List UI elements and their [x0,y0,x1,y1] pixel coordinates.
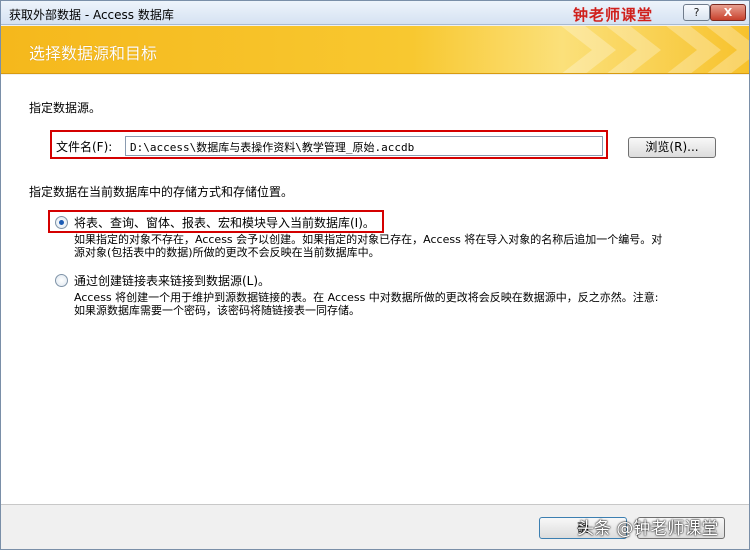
import-option-label[interactable]: 将表、查询、窗体、报表、宏和模块导入当前数据库(I)。 [74,214,375,231]
brand-logo: 钟老师课堂 [573,6,654,24]
storage-heading: 指定数据在当前数据库中的存储方式和存储位置。 [29,185,294,199]
source-heading: 指定数据源。 [29,101,102,115]
wizard-banner: 选择数据源和目标 [1,26,749,74]
import-dialog: 获取外部数据 - Access 数据库 钟老师课堂 ? X 选择数据源和目标 指… [0,0,750,550]
import-desc-line: 如果指定的对象不存在，Access 会予以创建。如果指定的对象已存在，Acces… [74,233,663,246]
file-name-label: 文件名(F): [56,140,113,154]
import-option-description: 如果指定的对象不存在，Access 会予以创建。如果指定的对象已存在，Acces… [74,233,662,259]
close-icon: X [723,6,733,19]
watermark: 头条 @钟老师课堂 [577,519,719,539]
import-desc-line: 源对象(包括表中的数据)所做的更改不会反映在当前数据库中。 [74,246,380,259]
browse-button[interactable]: 浏览(R)... [628,137,716,158]
title-bar[interactable]: 获取外部数据 - Access 数据库 钟老师课堂 ? X [1,1,749,25]
file-name-input[interactable]: D:\access\数据库与表操作资料\教学管理_原始.accdb [125,136,603,156]
link-desc-line: 如果源数据库需要一个密码，该密码将随链接表一同存储。 [74,304,360,317]
wizard-content: 指定数据源。 文件名(F): D:\access\数据库与表操作资料\教学管理_… [1,75,749,505]
link-option-label[interactable]: 通过创建链接表来链接到数据源(L)。 [74,272,270,289]
close-button[interactable]: X [710,4,746,21]
page-title: 选择数据源和目标 [29,44,158,63]
banner-decoration [661,26,721,73]
window-title: 获取外部数据 - Access 数据库 [9,8,174,22]
import-radio[interactable] [55,216,68,229]
link-option-description: Access 将创建一个用于维护到源数据链接的表。在 Access 中对数据所做… [74,291,659,317]
link-desc-line: Access 将创建一个用于维护到源数据链接的表。在 Access 中对数据所做… [74,291,659,304]
help-button[interactable]: ? [683,4,710,21]
banner-decoration [556,26,616,73]
help-icon: ? [693,6,700,19]
link-radio[interactable] [55,274,68,287]
